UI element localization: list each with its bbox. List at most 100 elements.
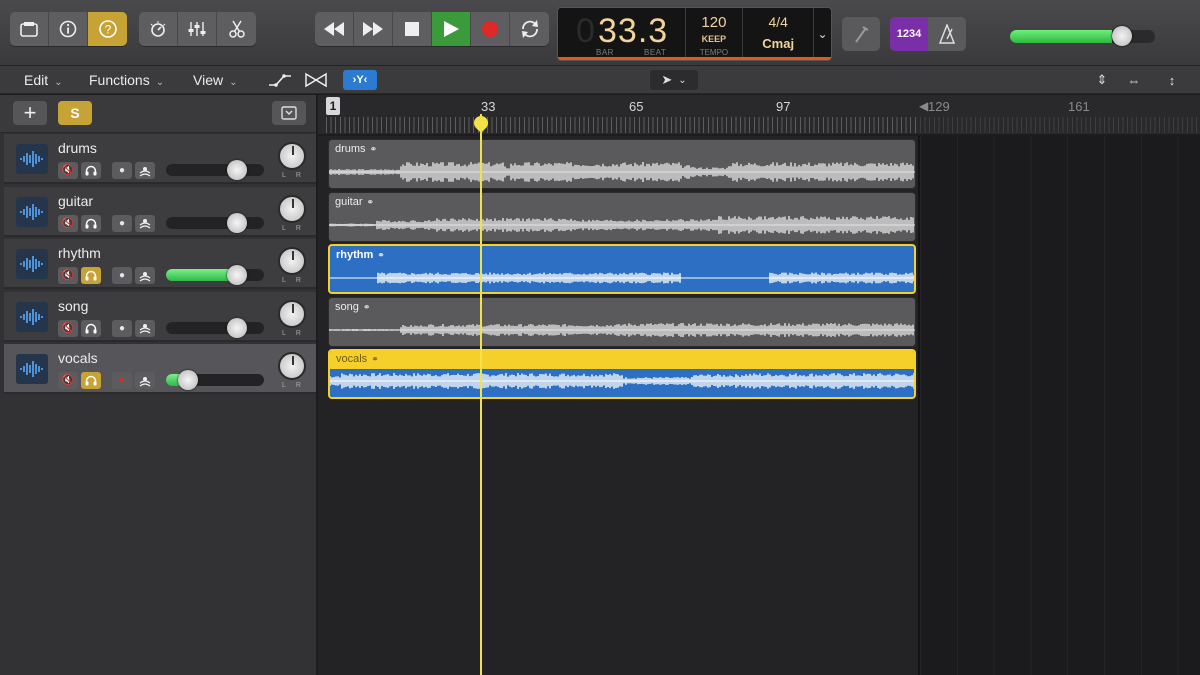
record-enable-button[interactable]: ● (112, 319, 132, 337)
lcd-tempo[interactable]: 120 KEEP TEMPO (686, 8, 744, 60)
library-icon (20, 22, 38, 37)
track-name[interactable]: drums (58, 140, 97, 156)
region-guitar[interactable]: guitar ⚭ (328, 191, 916, 242)
bar-label: BAR (596, 48, 614, 57)
edit-menu-label: Edit (24, 72, 49, 88)
timeline-ruler[interactable]: 1 33 65 97 ◀ 129 161 (318, 95, 1200, 135)
volume-knob[interactable] (226, 265, 247, 285)
volume-slider[interactable] (166, 216, 264, 229)
playhead[interactable] (480, 114, 482, 675)
region-vocals[interactable]: vocals ⚭ (328, 349, 916, 399)
track-name[interactable]: guitar (58, 193, 93, 209)
solo-button[interactable] (81, 372, 101, 389)
lcd-signature[interactable]: 4/4 Cmaj (743, 8, 813, 60)
record-enable-button[interactable]: ● (112, 372, 132, 389)
record-enable-button[interactable]: ● (112, 214, 132, 232)
edit-menu[interactable]: Edit ⌄ (24, 72, 63, 88)
stop-button[interactable] (393, 12, 432, 46)
project-end-marker[interactable]: ◀ (919, 99, 928, 113)
editors-button[interactable] (217, 12, 256, 46)
pan-knob[interactable] (278, 352, 306, 380)
fast-forward-button[interactable] (354, 12, 393, 46)
pointer-tool-menu[interactable]: ➤ ⌄ (650, 70, 698, 90)
pan-knob[interactable] (278, 247, 306, 275)
mixer-button[interactable] (178, 12, 217, 46)
pan-knob[interactable] (278, 194, 306, 223)
vertical-zoom-button[interactable]: ⇕ (1090, 70, 1114, 90)
solo-button[interactable] (81, 319, 101, 337)
input-monitoring-button[interactable] (135, 319, 155, 337)
track-header-2[interactable]: rhythm 🔇 ● LR (4, 239, 316, 289)
lcd-menu-button[interactable]: ⌄ (813, 8, 831, 60)
track-name[interactable]: song (58, 298, 88, 314)
rewind-button[interactable] (315, 12, 354, 46)
inspector-button[interactable] (49, 12, 88, 46)
catch-icon: ›Y‹ (352, 74, 368, 86)
pan-knob[interactable] (278, 142, 306, 170)
region-rhythm[interactable]: rhythm ⚭ (328, 244, 916, 294)
volume-slider[interactable] (166, 269, 264, 281)
record-enable-button[interactable]: ● (112, 267, 132, 284)
waveform (329, 215, 915, 234)
master-volume-knob[interactable] (1111, 26, 1132, 46)
flex-icon (305, 72, 327, 88)
horizontal-zoom-button[interactable]: ⇔ (1122, 70, 1146, 90)
mute-icon: 🔇 (61, 165, 75, 176)
flex-button[interactable] (302, 70, 330, 90)
mute-button[interactable]: 🔇 (58, 162, 78, 179)
functions-menu[interactable]: Functions ⌄ (89, 72, 164, 88)
track-header-0[interactable]: drums 🔇 ● LR (4, 134, 316, 184)
ruler-ticks (326, 117, 916, 133)
solo-button[interactable] (81, 162, 101, 179)
loop-icon: ⚭ (377, 250, 385, 260)
volume-knob[interactable] (177, 370, 198, 390)
smart-controls-button[interactable] (139, 12, 178, 46)
library-button[interactable] (10, 12, 49, 46)
play-button[interactable] (432, 12, 471, 46)
region-song[interactable]: song ⚭ (328, 296, 916, 347)
pan-knob[interactable] (278, 299, 306, 328)
volume-knob[interactable] (226, 212, 247, 233)
volume-slider[interactable] (166, 321, 264, 334)
scroll-button[interactable]: ↕ (1160, 70, 1184, 90)
solo-button[interactable] (81, 267, 101, 284)
functions-menu-label: Functions (89, 72, 150, 88)
master-volume-slider[interactable] (1010, 30, 1155, 43)
solo-button[interactable] (81, 214, 101, 232)
lcd-display[interactable]: 0 33.3 BAR BEAT 120 KEEP TEMPO 4/4 Cmaj … (557, 7, 832, 61)
volume-knob[interactable] (226, 317, 247, 338)
track-header-4[interactable]: vocals 🔇 ● LR (4, 344, 316, 394)
tracks-area[interactable]: drums ⚭ guitar ⚭ rhythm ⚭ song ⚭ vocals ⚭ (318, 136, 1200, 675)
count-in-button[interactable]: 1234 (890, 17, 928, 51)
global-solo-button[interactable]: S (58, 101, 92, 125)
quick-help-button[interactable]: ? (88, 12, 127, 46)
record-dot-icon: ● (118, 375, 126, 386)
input-monitoring-button[interactable] (135, 214, 155, 232)
volume-slider[interactable] (166, 164, 264, 176)
mute-button[interactable]: 🔇 (58, 372, 78, 389)
mute-button[interactable]: 🔇 (58, 267, 78, 284)
mute-button[interactable]: 🔇 (58, 214, 78, 232)
mute-button[interactable]: 🔇 (58, 319, 78, 337)
volume-knob[interactable] (226, 160, 247, 180)
catch-playhead-button[interactable]: ›Y‹ (343, 70, 377, 90)
tuner-button[interactable] (842, 17, 880, 51)
track-name[interactable]: rhythm (58, 245, 101, 261)
lcd-position[interactable]: 0 33.3 BAR BEAT (558, 8, 686, 60)
input-monitoring-button[interactable] (135, 162, 155, 179)
record-icon (482, 21, 498, 37)
automation-button[interactable] (266, 70, 294, 90)
track-header-3[interactable]: song 🔇 ● LR (4, 291, 316, 342)
region-drums[interactable]: drums ⚭ (328, 139, 916, 189)
metronome-button[interactable] (928, 17, 966, 51)
track-filter-button[interactable] (272, 101, 306, 125)
record-button[interactable] (471, 12, 510, 46)
add-track-button[interactable]: + (13, 100, 47, 125)
view-menu[interactable]: View ⌄ (193, 72, 237, 88)
input-monitoring-button[interactable] (135, 372, 155, 389)
track-header-1[interactable]: guitar 🔇 ● LR (4, 186, 316, 237)
cycle-button[interactable] (510, 12, 549, 46)
track-name[interactable]: vocals (58, 350, 98, 366)
input-monitoring-button[interactable] (135, 267, 155, 284)
record-enable-button[interactable]: ● (112, 162, 132, 179)
